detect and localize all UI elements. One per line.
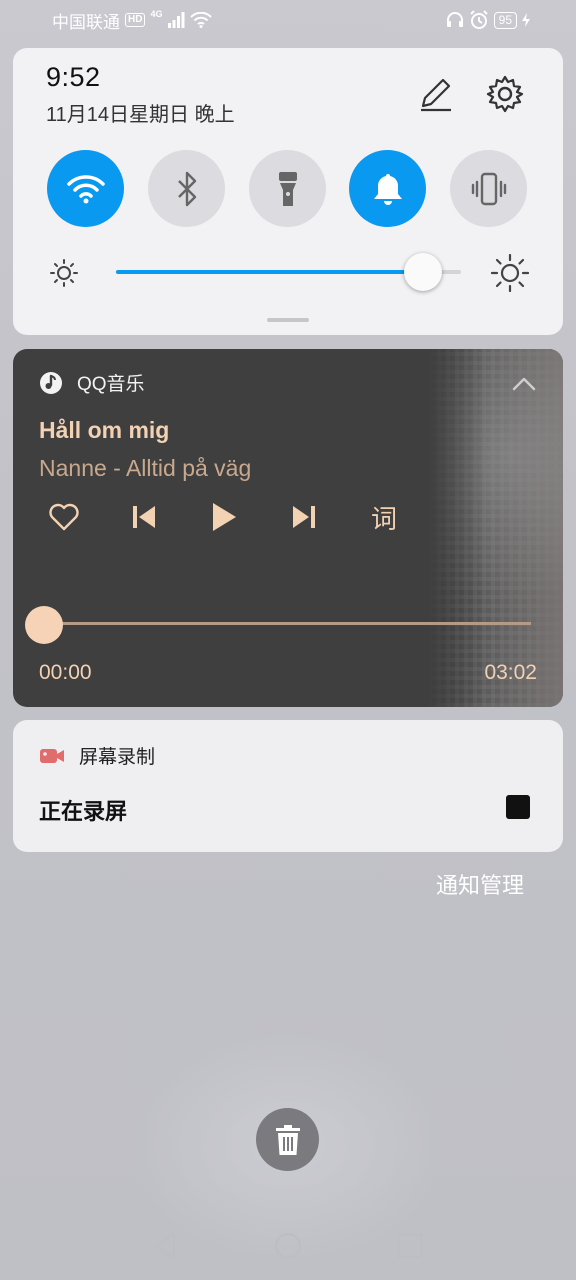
- qq-music-icon: [40, 371, 62, 394]
- bluetooth-icon: [177, 171, 196, 206]
- like-button[interactable]: [44, 497, 84, 537]
- album-art: [428, 349, 563, 707]
- current-time: 00:00: [39, 661, 92, 684]
- play-icon: [213, 503, 236, 531]
- panel-drag-handle[interactable]: [267, 318, 309, 322]
- play-button[interactable]: [204, 497, 244, 537]
- music-progress-thumb[interactable]: [25, 606, 63, 644]
- signal-icon: [168, 12, 185, 28]
- hd-badge: HD: [125, 13, 146, 27]
- screen-record-status: 正在录屏: [39, 799, 128, 824]
- chevron-up-icon[interactable]: [511, 371, 537, 397]
- status-bar: 中国联通 HD 4G 95: [0, 0, 576, 40]
- network-type: 4G: [150, 9, 163, 19]
- stop-recording-button[interactable]: [506, 795, 530, 819]
- home-nav-icon[interactable]: [272, 1230, 304, 1262]
- settings-gear-icon[interactable]: [485, 74, 525, 114]
- bluetooth-toggle[interactable]: [148, 150, 225, 227]
- flashlight-toggle[interactable]: [249, 150, 326, 227]
- clock-time: 9:52: [46, 62, 101, 92]
- wifi-toggle[interactable]: [47, 150, 124, 227]
- next-button[interactable]: [284, 497, 324, 537]
- brightness-slider-thumb[interactable]: [404, 253, 443, 291]
- heart-icon: [49, 503, 79, 531]
- quick-settings-panel: 9:52 11月14日星期日 晚上: [13, 48, 563, 335]
- music-app-name: QQ音乐: [77, 374, 145, 395]
- bell-icon: [373, 173, 402, 205]
- video-camera-icon: [40, 748, 64, 763]
- skip-previous-icon: [133, 506, 155, 528]
- song-title: Håll om mig: [39, 417, 170, 443]
- lyrics-button[interactable]: 词: [364, 497, 404, 537]
- battery-indicator: 95: [493, 11, 517, 29]
- sound-toggle[interactable]: [349, 150, 426, 227]
- music-notification[interactable]: QQ音乐 Håll om mig Nanne - Alltid på väg 词…: [13, 349, 563, 707]
- brightness-slider-fill: [116, 270, 424, 274]
- brightness-low-icon: [50, 259, 78, 287]
- recents-nav-icon[interactable]: [394, 1230, 426, 1262]
- skip-next-icon: [293, 506, 315, 528]
- headphones-icon: [446, 12, 463, 27]
- back-nav-icon[interactable]: [150, 1230, 182, 1262]
- music-progress-bar[interactable]: [43, 622, 531, 625]
- previous-button[interactable]: [124, 497, 164, 537]
- carrier-name: 中国联通: [52, 12, 120, 32]
- screen-record-header: 屏幕录制: [39, 742, 155, 769]
- screen-record-app-name: 屏幕录制: [79, 747, 156, 768]
- clear-all-button[interactable]: [256, 1108, 319, 1171]
- status-left: 中国联通 HD 4G: [52, 8, 213, 33]
- wifi-status-icon: [190, 12, 213, 28]
- brightness-slider[interactable]: [116, 253, 461, 291]
- total-time: 03:02: [484, 661, 537, 684]
- trash-icon: [275, 1124, 300, 1155]
- brightness-high-icon: [491, 254, 529, 292]
- song-artist: Nanne - Alltid på väg: [39, 455, 252, 481]
- brightness-row: [13, 248, 563, 298]
- flashlight-icon: [278, 171, 297, 206]
- notification-management-link[interactable]: 通知管理: [436, 868, 524, 900]
- music-app-header: QQ音乐: [39, 369, 145, 396]
- clock-date: 11月14日星期日 晚上: [46, 104, 235, 126]
- status-right: 95: [446, 10, 530, 30]
- wifi-icon: [66, 174, 105, 203]
- charging-icon: [522, 13, 530, 27]
- alarm-icon: [469, 10, 488, 29]
- vibrate-toggle[interactable]: [450, 150, 527, 227]
- vibrate-icon: [471, 172, 506, 205]
- edit-pencil-icon[interactable]: [415, 74, 455, 114]
- screen-record-notification[interactable]: 屏幕录制 正在录屏: [13, 720, 563, 852]
